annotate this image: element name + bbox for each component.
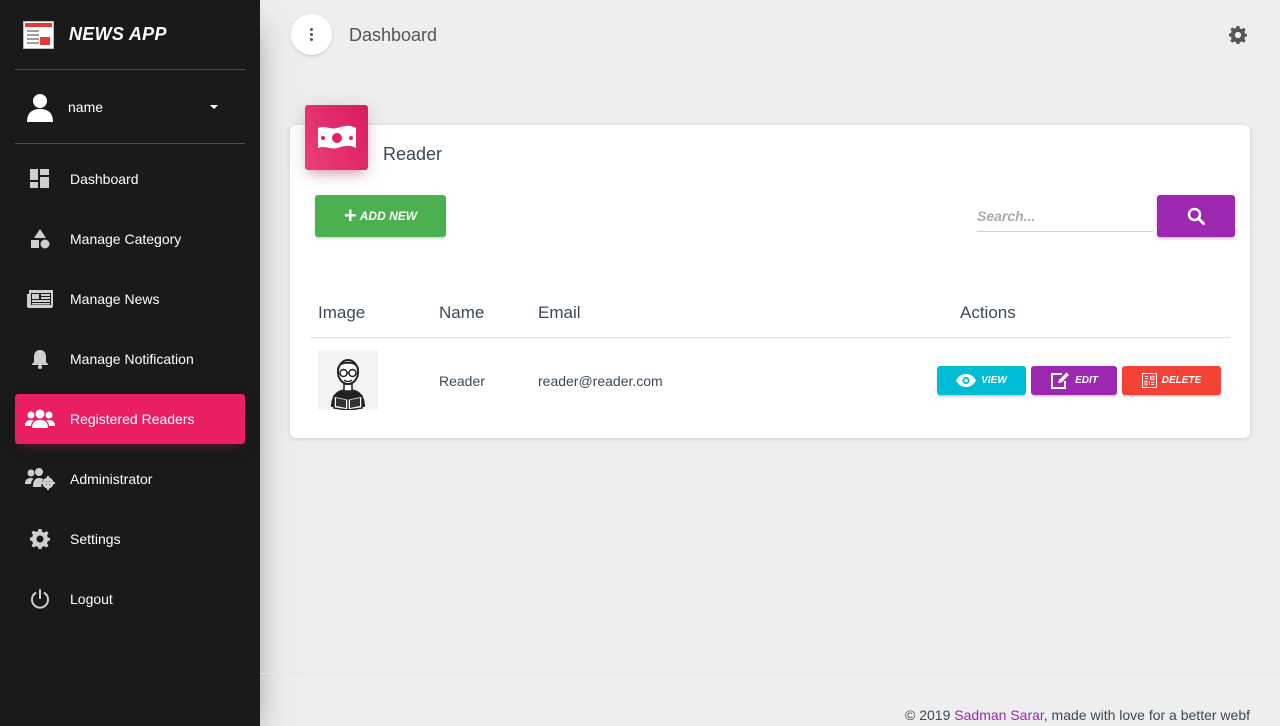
user-menu[interactable]: name <box>15 70 245 144</box>
search-button[interactable] <box>1157 195 1235 237</box>
sidebar-item-label: Manage Notification <box>70 351 194 367</box>
settings-gear-icon[interactable] <box>1229 26 1247 49</box>
delete-button[interactable]: DELETE <box>1122 366 1221 395</box>
newspaper-icon <box>25 287 55 311</box>
edit-label: EDIT <box>1075 375 1098 386</box>
news-logo-icon <box>23 20 54 49</box>
table-header: Image Name Email Actions <box>310 290 1230 338</box>
sidebar-item-dashboard[interactable]: Dashboard <box>15 154 245 204</box>
search-icon <box>1187 207 1205 225</box>
sidebar-item-label: Dashboard <box>70 171 139 187</box>
page-title: Dashboard <box>349 25 438 45</box>
sidebar-toggle-button[interactable] <box>291 14 332 55</box>
users-icon <box>25 407 55 431</box>
reader-email: reader@reader.com <box>538 373 663 389</box>
users-gear-icon <box>25 467 55 491</box>
view-button[interactable]: VIEW <box>937 366 1026 395</box>
user-avatar-icon <box>27 93 53 122</box>
delete-label: DELETE <box>1161 375 1202 386</box>
user-name: name <box>68 98 104 115</box>
edit-button[interactable]: EDIT <box>1031 366 1117 395</box>
sidebar-item-label: Administrator <box>70 471 153 487</box>
caret-down-icon <box>210 105 218 109</box>
reader-name: Reader <box>439 373 485 389</box>
sidebar-item-label: Manage News <box>70 291 160 307</box>
app-logo[interactable]: NEWS APP <box>15 0 245 70</box>
app-name: NEWS APP <box>69 24 167 44</box>
sidebar-item-logout[interactable]: Logout <box>15 574 245 624</box>
column-header-email: Email <box>538 303 581 322</box>
sidebar-item-administrator[interactable]: Administrator <box>15 454 245 504</box>
add-new-label: ADD NEW <box>359 209 418 223</box>
plus-icon: + <box>343 203 357 228</box>
top-navbar: Dashboard <box>260 0 1280 70</box>
reader-avatar-image <box>318 350 378 410</box>
view-label: VIEW <box>981 375 1007 386</box>
add-new-button[interactable]: + ADD NEW <box>315 195 446 237</box>
sidebar-item-registered-readers[interactable]: Registered Readers <box>15 394 245 444</box>
copyright-prefix: © 2019 <box>905 707 955 723</box>
column-header-name: Name <box>439 303 485 322</box>
sidebar-item-manage-news[interactable]: Manage News <box>15 274 245 324</box>
copyright-suffix: , made with love for a better webf <box>1043 707 1250 723</box>
sidebar-item-label: Registered Readers <box>70 411 195 427</box>
edit-icon <box>1051 372 1070 389</box>
sidebar-item-settings[interactable]: Settings <box>15 514 245 564</box>
sidebar-nav: Dashboard Manage Category Manage News Ma… <box>0 154 260 624</box>
money-bill-icon <box>305 105 368 170</box>
dot <box>310 38 313 41</box>
readers-table: Image Name Email Actions Reader reader@r… <box>310 290 1230 423</box>
column-header-actions: Actions <box>960 303 1016 322</box>
card-title: Reader <box>383 144 443 164</box>
shapes-icon <box>25 227 55 251</box>
dot <box>310 33 313 36</box>
sidebar: NEWS APP name Dashboard Manage Category … <box>0 0 260 726</box>
eye-icon <box>956 374 977 387</box>
delete-icon <box>1141 373 1157 388</box>
search-input[interactable] <box>977 200 1153 232</box>
dashboard-icon <box>25 167 55 191</box>
dot <box>310 28 313 31</box>
sidebar-item-label: Manage Category <box>70 231 182 247</box>
power-icon <box>25 587 55 611</box>
bell-icon <box>25 347 55 371</box>
author-link[interactable]: Sadman Sarar <box>954 707 1044 723</box>
table-row: Reader reader@reader.com VIEW EDIT DELET… <box>310 338 1230 423</box>
column-header-image: Image <box>318 303 366 322</box>
sidebar-item-label: Settings <box>70 531 121 547</box>
sidebar-item-manage-notification[interactable]: Manage Notification <box>15 334 245 384</box>
copyright-text: © 2019 Sadman Sarar, made with love for … <box>905 707 1250 723</box>
sidebar-item-label: Logout <box>70 591 113 607</box>
sidebar-item-manage-category[interactable]: Manage Category <box>15 214 245 264</box>
gear-icon <box>25 527 55 551</box>
footer: © 2019 Sadman Sarar, made with love for … <box>260 673 1280 726</box>
